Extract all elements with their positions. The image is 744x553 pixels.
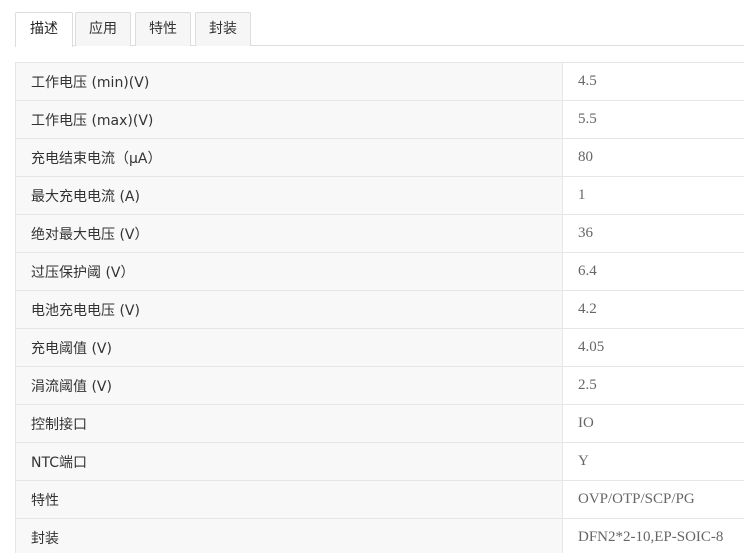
table-row: 充电结束电流（μA） 80 (15, 138, 744, 177)
table-row: 封装 DFN2*2-10,EP-SOIC-8 (15, 518, 744, 553)
spec-value: 5.5 (562, 100, 744, 139)
spec-value: 6.4 (562, 252, 744, 291)
tab-features[interactable]: 特性 (135, 12, 191, 46)
spec-table: 工作电压 (min)(V) 4.5 工作电压 (max)(V) 5.5 充电结束… (15, 62, 744, 553)
spec-value: 2.5 (562, 366, 744, 405)
table-row: 电池充电电压 (V) 4.2 (15, 290, 744, 329)
table-row: 涓流阈值 (V) 2.5 (15, 366, 744, 405)
table-row: 过压保护阈 (V） 6.4 (15, 252, 744, 291)
spec-value: 4.2 (562, 290, 744, 329)
spec-value: Y (562, 442, 744, 481)
spec-label: 最大充电电流 (A) (15, 176, 563, 215)
detail-tab-bar: 描述 应用 特性 封装 (15, 12, 744, 48)
tab-package[interactable]: 封装 (195, 12, 251, 46)
spec-label: 工作电压 (max)(V) (15, 100, 563, 139)
spec-label: 电池充电电压 (V) (15, 290, 563, 329)
tab-description[interactable]: 描述 (15, 12, 73, 48)
spec-label: 特性 (15, 480, 563, 519)
spec-value: 36 (562, 214, 744, 253)
spec-label: 涓流阈值 (V) (15, 366, 563, 405)
spec-value: 1 (562, 176, 744, 215)
spec-label: 封装 (15, 518, 563, 553)
table-row: 控制接口 IO (15, 404, 744, 443)
table-row: 绝对最大电压 (V） 36 (15, 214, 744, 253)
spec-value: DFN2*2-10,EP-SOIC-8 (562, 518, 744, 553)
tab-application[interactable]: 应用 (75, 12, 131, 46)
spec-label: 充电阈值 (V) (15, 328, 563, 367)
spec-label: 控制接口 (15, 404, 563, 443)
table-row: 最大充电电流 (A) 1 (15, 176, 744, 215)
spec-label: 充电结束电流（μA） (15, 138, 563, 177)
spec-label: 工作电压 (min)(V) (15, 62, 563, 101)
table-row: 工作电压 (min)(V) 4.5 (15, 62, 744, 101)
spec-value: 4.5 (562, 62, 744, 101)
spec-label: 过压保护阈 (V） (15, 252, 563, 291)
spec-value: IO (562, 404, 744, 443)
spec-value: 80 (562, 138, 744, 177)
product-detail-page: 描述 应用 特性 封装 工作电压 (min)(V) 4.5 工作电压 (max)… (0, 0, 744, 553)
spec-label: 绝对最大电压 (V） (15, 214, 563, 253)
table-row: 充电阈值 (V) 4.05 (15, 328, 744, 367)
table-row: 工作电压 (max)(V) 5.5 (15, 100, 744, 139)
spec-value: OVP/OTP/SCP/PG (562, 480, 744, 519)
spec-value: 4.05 (562, 328, 744, 367)
table-row: 特性 OVP/OTP/SCP/PG (15, 480, 744, 519)
spec-label: NTC端口 (15, 442, 563, 481)
table-row: NTC端口 Y (15, 442, 744, 481)
